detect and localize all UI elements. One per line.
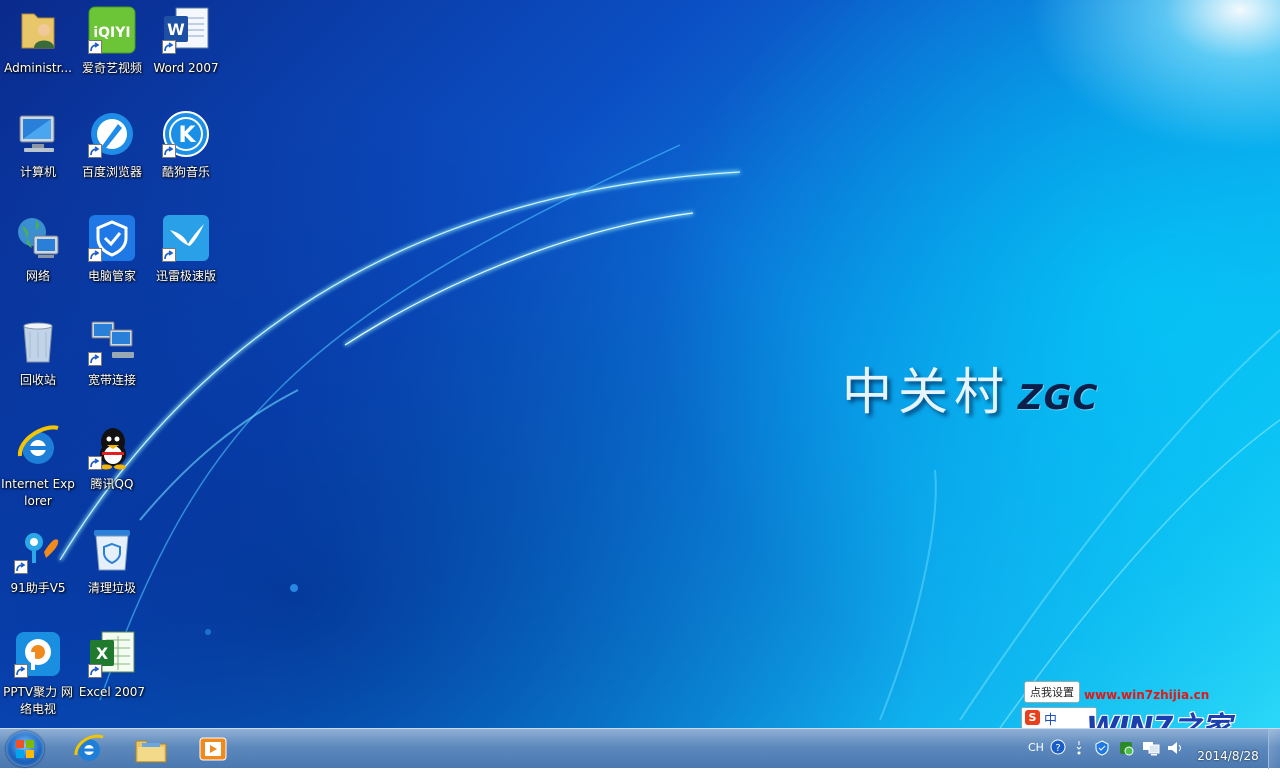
antivirus-icon[interactable] xyxy=(1118,740,1134,780)
desktop-icon-iqiyi[interactable]: iQIYI 爱奇艺视频 xyxy=(74,6,150,77)
taskbar-explorer-button[interactable] xyxy=(134,733,168,765)
shortcut-arrow-icon xyxy=(14,560,28,574)
taskbar: CH ? 2014/8/28 xyxy=(0,728,1280,769)
ie-icon xyxy=(14,422,62,470)
icon-label: Internet Explorer xyxy=(1,477,75,508)
icon-label: 回收站 xyxy=(19,373,56,387)
iqiyi-icon: iQIYI xyxy=(88,6,136,54)
icon-label: Administr... xyxy=(4,61,72,75)
icon-label: 迅雷极速版 xyxy=(155,269,216,283)
show-desktop-button[interactable] xyxy=(1268,729,1280,769)
user-folder-icon xyxy=(14,6,62,54)
system-clock[interactable]: 2014/8/28 xyxy=(1196,731,1260,765)
icon-label: 计算机 xyxy=(19,165,56,179)
icon-label: Word 2007 xyxy=(153,61,219,75)
91-assistant-icon xyxy=(14,526,62,574)
word-icon: W xyxy=(162,6,210,54)
shortcut-arrow-icon xyxy=(88,40,102,54)
desktop-icon-internet-explorer[interactable]: Internet Explorer xyxy=(0,422,76,510)
desktop-icon-91-assistant[interactable]: 91助手V5 xyxy=(0,526,76,597)
desktop-icon-clean-trash[interactable]: 清理垃圾 xyxy=(74,526,150,597)
icon-label: 腾讯QQ xyxy=(90,477,134,491)
svg-text:X: X xyxy=(96,644,109,663)
desktop-icon-qq[interactable]: 腾讯QQ xyxy=(74,422,150,493)
shortcut-arrow-icon xyxy=(88,352,102,366)
icon-label: 百度浏览器 xyxy=(81,165,142,179)
desktop-icon-computer[interactable]: 计算机 xyxy=(0,110,76,181)
computer-icon xyxy=(14,110,62,158)
thunder-icon xyxy=(162,214,210,262)
media-player-icon xyxy=(199,737,227,761)
broadband-icon xyxy=(88,318,136,366)
icon-label: 宽带连接 xyxy=(87,373,136,387)
desktop[interactable]: 中关村 ZGC Administr... 计算机 网络 回收站 Internet … xyxy=(0,0,1280,728)
icon-label: PPTV聚力 网络电视 xyxy=(3,685,73,716)
pptv-icon xyxy=(14,630,62,678)
clock-date: 2014/8/28 xyxy=(1197,749,1259,763)
watermark-logo: WIN7之家 xyxy=(1086,703,1231,728)
watermark-url: www.win7zhijia.cn xyxy=(1084,688,1210,702)
desktop-icon-broadband[interactable]: 宽带连接 xyxy=(74,318,150,389)
taskbar-ie-button[interactable] xyxy=(72,733,106,765)
desktop-icon-kugou[interactable]: K 酷狗音乐 xyxy=(148,110,224,181)
volume-icon[interactable] xyxy=(1166,740,1184,780)
zgc-logo: 中关村 ZGC xyxy=(842,352,1099,424)
desktop-icon-excel[interactable]: X Excel 2007 xyxy=(74,630,150,701)
clean-trash-icon xyxy=(88,526,136,574)
shortcut-arrow-icon xyxy=(162,40,176,54)
ime-mode-label[interactable]: 中 xyxy=(1044,709,1057,728)
icon-label: 爱奇艺视频 xyxy=(81,61,142,75)
logo-chinese: 中关村 xyxy=(842,363,1010,421)
desktop-icon-pptv[interactable]: PPTV聚力 网络电视 xyxy=(0,630,76,718)
desktop-icon-recycle-bin[interactable]: 回收站 xyxy=(0,318,76,389)
icon-label: 清理垃圾 xyxy=(87,581,136,595)
sogou-ime-icon[interactable]: S xyxy=(1025,710,1040,725)
clock-time xyxy=(1196,731,1260,748)
ime-options-icon[interactable] xyxy=(1074,739,1084,779)
icon-label: 网络 xyxy=(25,269,50,283)
logo-zgc: ZGC xyxy=(1018,378,1099,418)
windows-logo-icon xyxy=(16,740,34,758)
start-button[interactable] xyxy=(6,731,44,767)
svg-text:iQIYI: iQIYI xyxy=(93,25,130,41)
svg-text:?: ? xyxy=(1055,743,1060,754)
security-shield-icon[interactable] xyxy=(1094,740,1110,780)
ime-tooltip: 点我设置 xyxy=(1024,681,1080,703)
network-status-icon[interactable] xyxy=(1142,740,1160,780)
icon-label: 酷狗音乐 xyxy=(161,165,210,179)
icon-label: 91助手V5 xyxy=(10,581,66,595)
desktop-icon-pc-manager[interactable]: 电脑管家 xyxy=(74,214,150,285)
shortcut-arrow-icon xyxy=(162,248,176,262)
desktop-icon-word[interactable]: W Word 2007 xyxy=(148,6,224,77)
shortcut-arrow-icon xyxy=(88,144,102,158)
explorer-icon xyxy=(135,740,167,763)
excel-icon: X xyxy=(88,630,136,678)
recycle-bin-icon xyxy=(14,318,62,366)
kugou-icon: K xyxy=(162,110,210,158)
desktop-icon-baidu-browser[interactable]: 百度浏览器 xyxy=(74,110,150,181)
shortcut-arrow-icon xyxy=(14,664,28,678)
icon-label: 电脑管家 xyxy=(87,269,136,283)
help-icon[interactable]: ? xyxy=(1050,739,1066,779)
icon-label: Excel 2007 xyxy=(78,685,146,699)
shortcut-arrow-icon xyxy=(88,248,102,262)
desktop-icon-administrator[interactable]: Administr... xyxy=(0,6,76,77)
taskbar-media-player-button[interactable] xyxy=(196,733,230,765)
shortcut-arrow-icon xyxy=(162,144,176,158)
shortcut-arrow-icon xyxy=(88,664,102,678)
pc-manager-icon xyxy=(88,214,136,262)
network-icon xyxy=(14,214,62,262)
desktop-icon-thunder[interactable]: 迅雷极速版 xyxy=(148,214,224,285)
shortcut-arrow-icon xyxy=(88,456,102,470)
ie-icon xyxy=(74,734,104,761)
svg-text:W: W xyxy=(167,20,185,39)
qq-icon xyxy=(88,422,136,470)
baidu-browser-icon xyxy=(88,110,136,158)
desktop-icon-network[interactable]: 网络 xyxy=(0,214,76,285)
language-indicator[interactable]: CH xyxy=(1028,741,1044,781)
svg-text:K: K xyxy=(178,123,196,148)
